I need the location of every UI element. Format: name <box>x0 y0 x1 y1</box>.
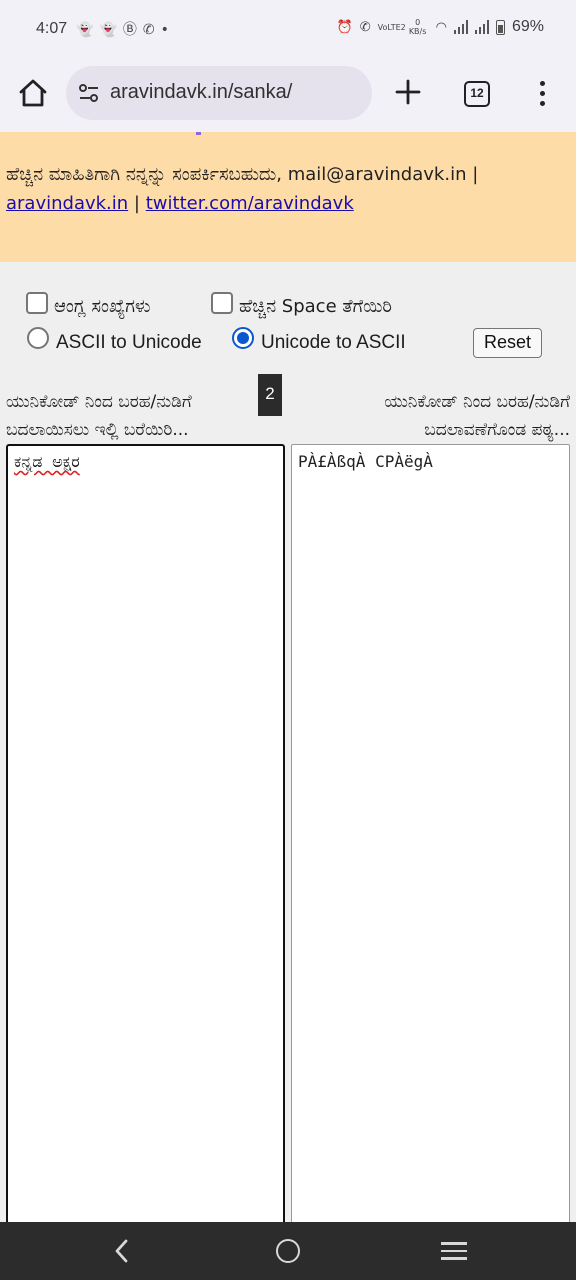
link-separator: | <box>133 193 140 214</box>
output-heading-line1: ಯುನಿಕೋಡ್ ನಿಂದ ಬರಹ/ನುಡಿಗೆ <box>384 392 570 412</box>
count-badge: 2 <box>258 374 282 416</box>
status-bar: 4:07 👻 👻 Ⓑ ✆ • ⏰ ✆ VoLTE2 0 KB/s ◠ 69% <box>0 0 576 62</box>
recent-apps-icon[interactable] <box>441 1242 467 1262</box>
volte-label: VoLTE2 <box>377 22 406 32</box>
ascii-output-textarea[interactable]: PÀ£ÀßqÀ CPÀëgÀ <box>291 444 570 1234</box>
input-heading-line2: ಬದಲಾಯಿಸಲು ಇಲ್ಲಿ ಬರೆಯಿರಿ... <box>6 420 189 440</box>
english-numbers-checkbox[interactable] <box>26 292 48 314</box>
url-text[interactable]: aravindavk.in/sanka/ <box>110 81 292 104</box>
home-circle-icon[interactable] <box>276 1239 300 1263</box>
wifi-icon: ◠ <box>435 19 447 35</box>
notification-icons: 👻 👻 Ⓑ ✆ • <box>76 22 169 38</box>
site-settings-icon[interactable] <box>78 82 100 104</box>
signal-icon <box>474 20 489 34</box>
home-icon[interactable] <box>16 76 50 110</box>
snapchat-icon: 👻 <box>99 22 117 38</box>
unicode-input-textarea[interactable]: ಕನ್ನಡ ಅಕ್ಷರ <box>6 444 285 1234</box>
back-icon[interactable] <box>112 1236 132 1266</box>
status-time: 4:07 <box>36 20 68 37</box>
call-icon: ✆ <box>359 19 371 35</box>
new-tab-icon[interactable] <box>392 76 424 108</box>
signal-icon <box>453 20 468 34</box>
battery-icon <box>495 19 505 35</box>
status-dot: • <box>160 22 169 38</box>
twitter-link[interactable]: twitter.com/aravindavk <box>146 193 354 214</box>
input-heading-line1: ಯುನಿಕೋಡ್ ನಿಂದ ಬರಹ/ನುಡಿಗೆ <box>6 392 192 412</box>
unicode-to-ascii-label: Unicode to ASCII <box>261 332 406 353</box>
reset-button[interactable]: Reset <box>473 328 542 358</box>
whatsapp-icon: ✆ <box>142 22 155 38</box>
unicode-to-ascii-radio[interactable] <box>232 327 254 349</box>
more-menu-icon[interactable] <box>530 78 554 108</box>
remove-space-label: ಹೆಚ್ಚಿನ Space ತೆಗೆಯಿರಿ <box>239 296 392 317</box>
site-link[interactable]: aravindavk.in <box>6 193 128 214</box>
output-text[interactable]: PÀ£ÀßqÀ CPÀëgÀ <box>298 452 433 471</box>
ascii-to-unicode-label: ASCII to Unicode <box>56 332 202 353</box>
snapchat-icon: 👻 <box>76 22 94 38</box>
status-right-icons: ⏰ ✆ VoLTE2 0 KB/s ◠ 69% <box>337 18 544 36</box>
whatsapp-business-icon: Ⓑ <box>122 22 137 38</box>
output-heading-line2: ಬದಲಾವಣೆಗೊಂಡ ಪಠ್ಯ... <box>424 420 570 440</box>
converter-options: ಆಂಗ್ಲ ಸಂಖ್ಯೆಗಳು ಹೆಚ್ಚಿನ Space ತೆಗೆಯಿರಿ A… <box>0 262 576 382</box>
contact-banner: ಹೆಚ್ಚಿನ ಮಾಹಿತಿಗಾಗಿ ನನ್ನನ್ನು ಸಂಪರ್ಕಿಸಬಹುದ… <box>0 132 576 262</box>
ascii-to-unicode-radio[interactable] <box>27 327 49 349</box>
data-rate: 0 KB/s <box>408 18 427 36</box>
contact-text: ಹೆಚ್ಚಿನ ಮಾಹಿತಿಗಾಗಿ ನನ್ನನ್ನು ಸಂಪರ್ಕಿಸಬಹುದ… <box>6 160 566 218</box>
remove-space-checkbox[interactable] <box>211 292 233 314</box>
english-numbers-label: ಆಂಗ್ಲ ಸಂಖ್ಯೆಗಳು <box>54 296 151 317</box>
alarm-icon: ⏰ <box>336 19 353 35</box>
system-nav-bar <box>0 1222 576 1280</box>
battery-percent: 69% <box>511 18 544 35</box>
banner-edge-mark <box>196 132 201 135</box>
tab-switcher-button[interactable]: 12 <box>464 81 490 107</box>
address-bar[interactable]: aravindavk.in/sanka/ <box>66 66 372 120</box>
input-text[interactable]: ಕನ್ನಡ ಅಕ್ಷರ <box>14 452 80 472</box>
contact-message: ಹೆಚ್ಚಿನ ಮಾಹಿತಿಗಾಗಿ ನನ್ನನ್ನು ಸಂಪರ್ಕಿಸಬಹುದ… <box>6 164 479 185</box>
browser-toolbar: aravindavk.in/sanka/ 12 <box>0 62 576 132</box>
